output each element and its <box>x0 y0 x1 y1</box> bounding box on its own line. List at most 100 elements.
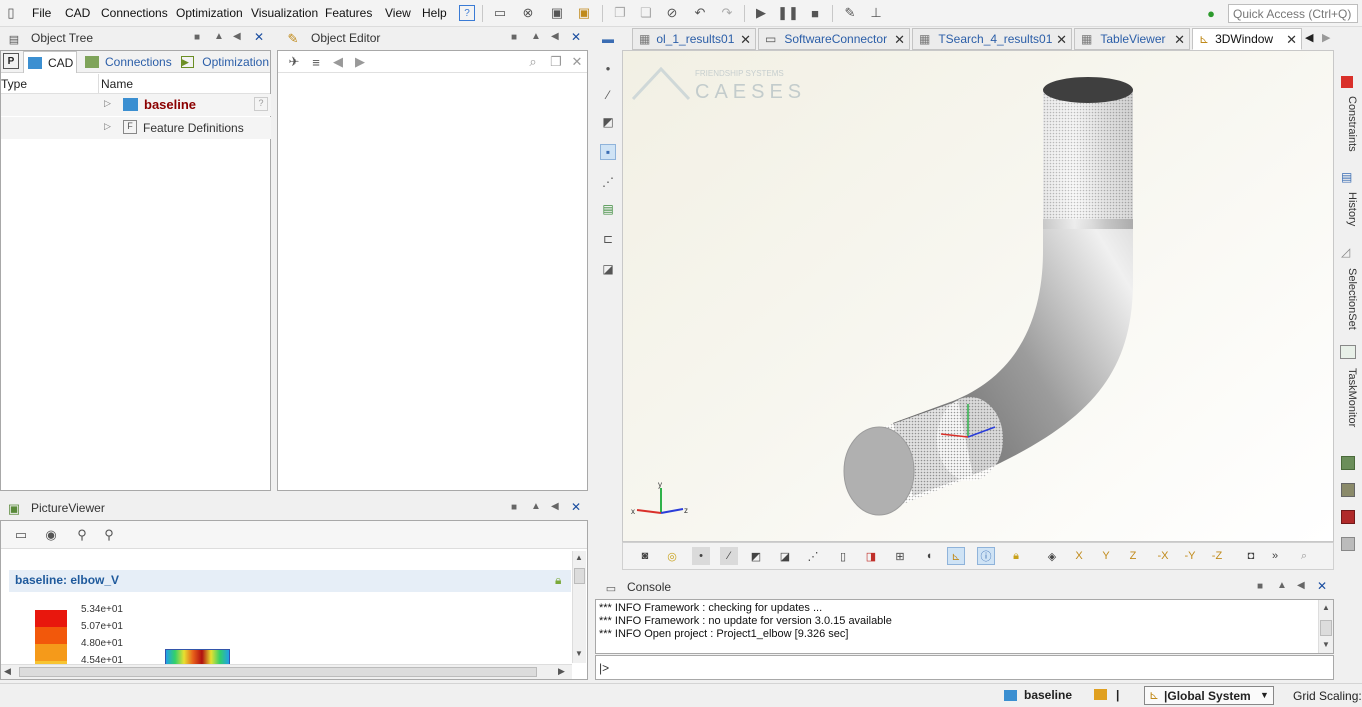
panel-maximize-icon[interactable]: ▲ <box>531 31 541 42</box>
menu-visualization[interactable]: Visualization <box>251 6 318 20</box>
scroll-thumb[interactable] <box>1320 620 1332 636</box>
lock-view-icon[interactable]: 🔒︎ <box>1007 547 1025 565</box>
search-icon[interactable]: ⌕ <box>525 54 541 70</box>
status-project[interactable]: baseline <box>1024 688 1072 702</box>
close-icon[interactable]: ✕ <box>894 32 905 48</box>
render-icon[interactable]: ◙ <box>636 547 654 565</box>
panel-arrow-icon[interactable]: ◀ <box>551 501 559 512</box>
task-stop-icon[interactable] <box>1341 510 1355 524</box>
panel-arrow-icon[interactable]: ◀ <box>233 31 241 42</box>
app-menu-icon[interactable]: ▯ <box>3 5 19 21</box>
iso-view-icon[interactable]: ◈ <box>1043 547 1061 565</box>
back-icon[interactable]: ◀ <box>330 54 346 70</box>
panel-close-icon[interactable]: ✕ <box>254 30 264 44</box>
menu-features[interactable]: Features <box>325 6 372 20</box>
panel-maximize-icon[interactable]: ▲ <box>531 501 541 512</box>
doc-tab-tableviewer[interactable]: ▦ TableViewer ✕ <box>1074 28 1190 50</box>
info-toggle-icon[interactable]: ⓘ <box>977 547 995 565</box>
paste-icon[interactable]: ❏ <box>638 5 654 21</box>
view-neg-x-icon[interactable]: -X <box>1154 547 1172 565</box>
tree-row-baseline[interactable]: ▷ baseline ? <box>1 94 271 116</box>
mesh-icon[interactable]: ◪ <box>776 547 794 565</box>
side-tab-history[interactable]: History <box>1338 192 1358 226</box>
redo-icon[interactable]: ↷ <box>719 5 735 21</box>
tab-scroll-right-icon[interactable]: ▶ <box>1322 31 1330 44</box>
surface-filter-icon[interactable]: ◩ <box>747 547 765 565</box>
column-type[interactable]: Type <box>1 77 27 91</box>
tab-scroll-left-icon[interactable]: ◀ <box>1305 31 1313 44</box>
polyline-filter-icon[interactable]: ⋰ <box>804 547 822 565</box>
panel-close-icon[interactable]: ✕ <box>1317 579 1327 593</box>
polyline-icon[interactable]: ⋰ <box>600 174 616 190</box>
view-z-icon[interactable]: Z <box>1124 547 1142 565</box>
close-icon[interactable]: ✕ <box>1174 32 1185 48</box>
list-icon[interactable]: ≡ <box>308 54 324 70</box>
close-icon[interactable]: ✕ <box>740 32 751 48</box>
tab-connections[interactable]: Connections <box>83 51 173 73</box>
point-icon[interactable]: ● <box>600 60 616 76</box>
panel-arrow-icon[interactable]: ◀ <box>551 31 559 42</box>
table-icon[interactable]: ▤ <box>600 201 616 217</box>
lock-icon[interactable]: 🔒︎ <box>555 573 561 588</box>
shield-icon[interactable]: ◖ <box>920 547 938 565</box>
3d-viewport[interactable]: FRIENDSHIP SYSTEMS CAESES y x z <box>622 50 1334 542</box>
coordinate-system-select[interactable]: ⊾ |Global System ▼ <box>1144 686 1274 705</box>
scroll-up-icon[interactable]: ▲ <box>1322 603 1330 612</box>
undo-icon[interactable]: ↶ <box>692 5 708 21</box>
tree-row-feature-definitions[interactable]: ▷ F Feature Definitions <box>1 117 271 139</box>
menu-help[interactable]: Help <box>422 6 447 20</box>
side-tab-selectionset[interactable]: SelectionSet <box>1338 268 1358 330</box>
view-x-icon[interactable]: X <box>1070 547 1088 565</box>
view-neg-z-icon[interactable]: -Z <box>1208 547 1226 565</box>
help-icon[interactable]: ? <box>459 5 475 21</box>
feature-filter-icon[interactable]: ◨ <box>862 547 880 565</box>
fit-icon[interactable]: ◉ <box>43 527 59 543</box>
scroll-right-icon[interactable]: ▶ <box>558 666 565 677</box>
save-icon[interactable]: ▣ <box>549 5 565 21</box>
scroll-down-icon[interactable]: ▼ <box>575 649 583 658</box>
curve-filter-icon[interactable]: ⁄ <box>720 547 738 565</box>
doc-tab-tsearch[interactable]: ▦ TSearch_4_results01 ✕ <box>912 28 1072 50</box>
close-icon[interactable]: ✕ <box>1286 32 1297 48</box>
tab-optimization[interactable]: ▶ Optimization <box>179 51 269 73</box>
doc-tab-results01[interactable]: ▦ ol_1_results01 ✕ <box>632 28 756 50</box>
panel-close-icon[interactable]: ✕ <box>571 500 581 514</box>
open-image-icon[interactable]: ▭ <box>13 527 29 543</box>
panel-float-icon[interactable]: ■ <box>511 502 517 513</box>
scroll-thumb[interactable] <box>19 667 537 677</box>
open-folder-icon[interactable]: ▭ <box>492 5 508 21</box>
surface-icon[interactable]: ◩ <box>600 114 616 130</box>
panel-maximize-icon[interactable]: ▲ <box>1277 580 1287 591</box>
p-filter-button[interactable]: P <box>3 53 19 69</box>
zoom-icon[interactable]: ⌕ <box>1295 547 1313 565</box>
stop-icon[interactable]: ■ <box>807 5 823 21</box>
close-icon[interactable]: ✕ <box>569 54 585 70</box>
quick-access-input[interactable]: Quick Access (Ctrl+Q) <box>1228 4 1358 23</box>
doc-tab-3dwindow[interactable]: ⊾ 3DWindow ✕ <box>1192 28 1302 50</box>
expand-arrow-icon[interactable]: ▷ <box>104 98 111 109</box>
scroll-up-icon[interactable]: ▲ <box>575 553 583 562</box>
close-icon[interactable]: ✕ <box>1056 32 1067 48</box>
panel-arrow-icon[interactable]: ◀ <box>1297 580 1305 591</box>
measure-icon[interactable]: ⊥ <box>868 5 884 21</box>
selection-icon[interactable]: ▪ <box>600 144 616 160</box>
console-input[interactable]: |> <box>595 655 1334 680</box>
folder-icon[interactable] <box>1094 689 1107 700</box>
save-as-icon[interactable]: ▣ <box>576 5 592 21</box>
more-icon[interactable]: » <box>1266 547 1284 565</box>
axis-toggle-icon[interactable]: ⊾ <box>947 547 965 565</box>
tab-cad[interactable]: CAD <box>23 51 77 73</box>
menu-file[interactable]: File <box>32 6 51 20</box>
play-icon[interactable]: ▶ <box>753 5 769 21</box>
cad-toolbar-icon[interactable]: ▬ <box>600 31 616 47</box>
menu-view[interactable]: View <box>385 6 411 20</box>
panel-close-icon[interactable]: ✕ <box>571 30 581 44</box>
task-ok-icon[interactable] <box>1341 456 1355 470</box>
zoom-in-icon[interactable]: ⚲ <box>74 527 90 543</box>
panel-float-icon[interactable]: ■ <box>511 32 517 43</box>
eraser-icon[interactable]: ◪ <box>600 261 616 277</box>
panel-maximize-icon[interactable]: ▲ <box>214 31 224 42</box>
panel-float-icon[interactable]: ■ <box>1257 581 1263 592</box>
info-icon[interactable]: ? <box>254 97 268 111</box>
curve-icon[interactable]: ⁄ <box>600 87 616 103</box>
